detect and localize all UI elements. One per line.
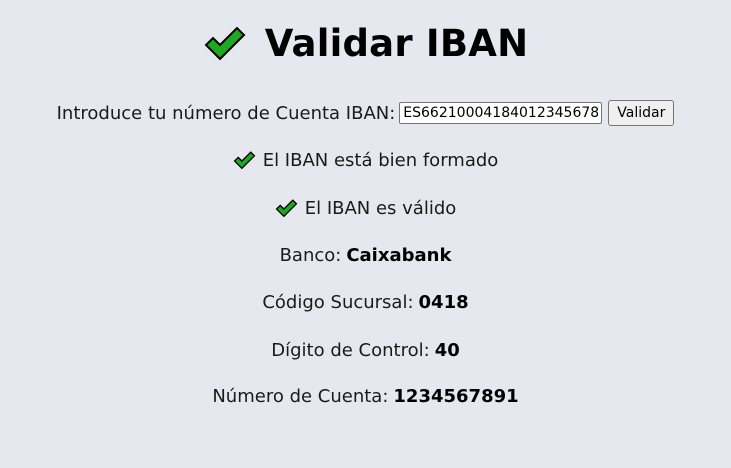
format-ok-text: El IBAN está bien formado <box>262 150 499 171</box>
control-digit-value: 40 <box>434 340 460 361</box>
bank-row: Banco: Caixabank <box>0 245 731 266</box>
bank-value: Caixabank <box>346 245 452 266</box>
iban-form: Introduce tu número de Cuenta IBAN: Vali… <box>0 100 731 126</box>
control-digit-label: Dígito de Control: <box>271 340 430 361</box>
page: Validar IBAN Introduce tu número de Cuen… <box>0 0 731 468</box>
account-number-label: Número de Cuenta: <box>212 386 389 407</box>
branch-row: Código Sucursal: 0418 <box>0 292 731 313</box>
iban-input[interactable] <box>399 102 603 124</box>
title-row: Validar IBAN <box>0 22 731 65</box>
validate-button[interactable]: Validar <box>608 100 675 126</box>
branch-label: Código Sucursal: <box>262 292 414 313</box>
valid-message: El IBAN es válido <box>0 198 731 219</box>
iban-label: Introduce tu número de Cuenta IBAN: <box>56 102 396 124</box>
branch-value: 0418 <box>418 292 469 313</box>
check-icon <box>233 151 256 170</box>
bank-label: Banco: <box>279 245 342 266</box>
control-digit-row: Dígito de Control: 40 <box>0 340 731 361</box>
format-ok-message: El IBAN está bien formado <box>0 150 731 171</box>
account-number-row: Número de Cuenta: 1234567891 <box>0 386 731 407</box>
page-title: Validar IBAN <box>264 22 529 65</box>
check-icon <box>275 199 298 218</box>
account-number-value: 1234567891 <box>393 386 519 407</box>
check-icon <box>203 26 247 62</box>
valid-text: El IBAN es válido <box>304 198 457 219</box>
